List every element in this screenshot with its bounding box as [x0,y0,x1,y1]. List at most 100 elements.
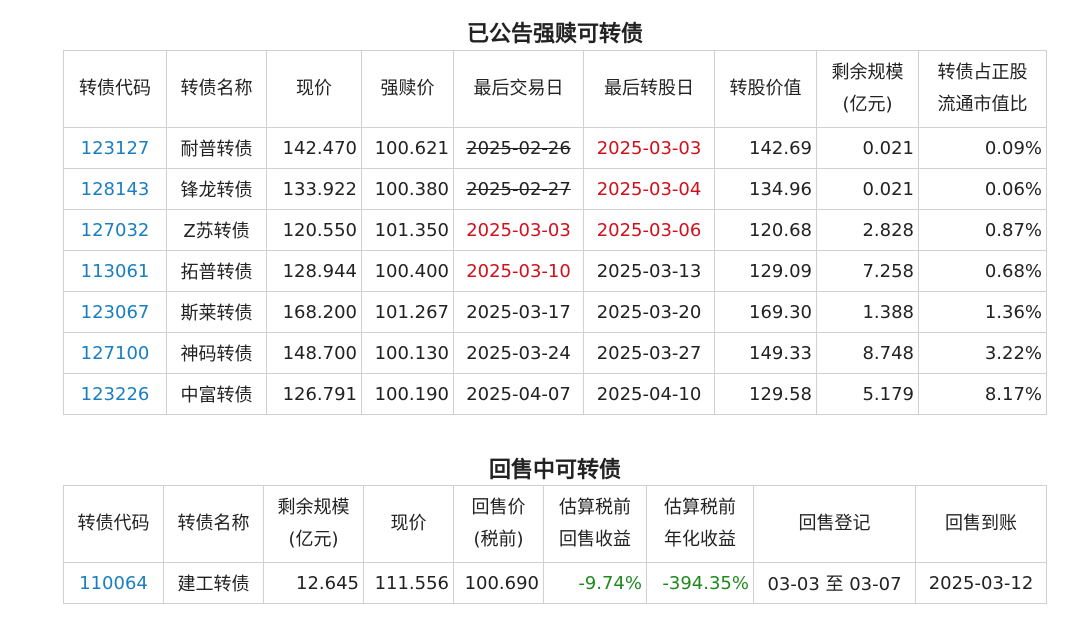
header-text: 现价 [296,78,332,99]
table1-cell-8: 0.06% [918,168,1047,210]
table1-cell-3: 101.267 [361,291,454,333]
table1-cell-5: 2025-03-20 [583,291,715,333]
header-text: (亿元) [288,529,339,550]
table1-cell-5: 2025-03-13 [583,250,715,292]
table1-cell-7: 8.748 [816,332,919,374]
table1-cell-2: 126.791 [266,373,362,415]
table1-cell-8: 1.36% [918,291,1047,333]
table1-cell-1: 耐普转债 [166,127,267,169]
table1-cell-2: 168.200 [266,291,362,333]
table1-cell-3: 101.350 [361,209,454,251]
table1-cell-1: 锋龙转债 [166,168,267,210]
header-text: (亿元) [842,94,893,115]
table1-cell-6: 142.69 [714,127,817,169]
table2-header-6: 估算税前 年化收益 [646,485,754,563]
table1-cell-7: 1.388 [816,291,919,333]
table1-cell-1: 中富转债 [166,373,267,415]
table-row: 123067 斯莱转债 168.200 101.267 2025-03-17 2025-0… [63,291,1047,333]
bond-code-link[interactable]: 127100 [63,332,167,374]
table1-cell-6: 120.68 [714,209,817,251]
table1-header-6: 转股价值 [714,50,817,128]
table2-cell-8: 2025-03-12 [915,562,1047,604]
table-row: 110064 建工转债 12.645 111.556 100.690 -9.74% -394… [63,562,1047,604]
table1-cell-3: 100.190 [361,373,454,415]
header-text: 回售登记 [798,513,871,534]
header-text: 估算税前 [559,497,631,518]
bond-code-link[interactable]: 110064 [63,562,164,604]
table2-cell-2: 12.645 [263,562,364,604]
table1-title: 已公告强赎可转债 [466,22,643,47]
header-text: 年化收益 [664,529,736,550]
table2-cell-4: 100.690 [453,562,544,604]
table1-cell-8: 0.09% [918,127,1047,169]
header-text: 回售到账 [945,513,1017,534]
header-text: 最后转股日 [604,78,694,99]
table1-cell-8: 3.22% [918,332,1047,374]
table1-cell-1: Z苏转债 [166,209,267,251]
table2-header-8: 回售到账 [915,485,1047,563]
table1-cell-3: 100.621 [361,127,454,169]
table1-cell-5: 2025-03-27 [583,332,715,374]
table2-header-1: 转债名称 [163,485,264,563]
table2-header-7: 回售登记 [753,485,916,563]
table1-body: 123127 耐普转债 142.470 100.621 2025-02-26 2025-0… [63,127,1047,415]
header-text: 现价 [390,513,427,534]
table2-body: 110064 建工转债 12.645 111.556 100.690 -9.74% -394… [63,562,1047,604]
header-text: 转股价值 [729,78,802,99]
table1-cell-1: 神码转债 [166,332,267,374]
table2-header-0: 转债代码 [63,485,164,563]
forced-redemption-table: 转债代码 转债名称 现价 强赎价 最后交易日 最后转股日 转股价值 剩余规模 (亿元) 转债占正股… [63,50,1047,415]
table1-cell-1: 拓普转债 [166,250,267,292]
header-text: 最后交易日 [473,78,564,99]
table1-cell-1: 斯莱转债 [166,291,267,333]
table1-cell-2: 120.550 [266,209,362,251]
table2-title: 回售中可转债 [488,458,621,483]
table1-header-0: 转债代码 [63,50,167,128]
bond-code-link[interactable]: 128143 [63,168,167,210]
bond-code-link[interactable]: 113061 [63,250,167,292]
table1-header-8: 转债占正股 流通市值比 [918,50,1047,128]
header-text: 强赎价 [380,78,435,99]
table1-cell-6: 149.33 [714,332,817,374]
table2-header-4: 回售价 (税前) [453,485,544,563]
table1-cell-2: 142.470 [266,127,362,169]
table1-cell-4: 2025-03-17 [453,291,584,333]
table2-header-3: 现价 [363,485,454,563]
table1-cell-2: 148.700 [266,332,362,374]
table1-cell-4: 2025-03-10 [453,250,584,292]
table1-cell-3: 100.400 [361,250,454,292]
table1-cell-7: 5.179 [816,373,919,415]
header-text: 估算税前 [664,497,736,518]
table2-header-2: 剩余规模 (亿元) [263,485,364,563]
table1-cell-7: 0.021 [816,168,919,210]
bond-code-link[interactable]: 123127 [63,127,167,169]
table-row: 127032 Z苏转债 120.550 101.350 2025-03-03 2025-0… [63,209,1047,251]
table1-header-4: 最后交易日 [453,50,584,128]
put-back-table: 转债代码 转债名称 剩余规模 (亿元) 现价 回售价 (税前) 估算税前 回售收益 估算税前年化收… [63,485,1047,604]
header-text: 流通市值比 [937,94,1028,115]
table-row: 127100 神码转债 148.700 100.130 2025-03-24 2025-0… [63,332,1047,374]
header-text: 剩余规模 [831,62,904,83]
table1-cell-5: 2025-03-03 [583,127,715,169]
table1-header-5: 最后转股日 [583,50,715,128]
header-text: 剩余规模 [277,497,350,518]
table1-cell-4: 2025-03-03 [453,209,584,251]
bond-code-link[interactable]: 123067 [63,291,167,333]
bond-code-link[interactable]: 123226 [63,373,167,415]
table1-cell-7: 2.828 [816,209,919,251]
table1-cell-3: 100.380 [361,168,454,210]
header-text: 转债名称 [180,78,253,99]
table1-cell-6: 169.30 [714,291,817,333]
table2-header-5: 估算税前 回售收益 [543,485,647,563]
table1-cell-6: 129.09 [714,250,817,292]
table1-header-7: 剩余规模 (亿元) [816,50,919,128]
table1-header-2: 现价 [266,50,362,128]
table1-cell-8: 8.17% [918,373,1047,415]
table1-cell-4: 2025-03-24 [453,332,584,374]
table1-cell-2: 133.922 [266,168,362,210]
table2-cell-1: 建工转债 [163,562,264,604]
table1-cell-6: 129.58 [714,373,817,415]
table1-cell-7: 0.021 [816,127,919,169]
bond-code-link[interactable]: 127032 [63,209,167,251]
table1-cell-6: 134.96 [714,168,817,210]
